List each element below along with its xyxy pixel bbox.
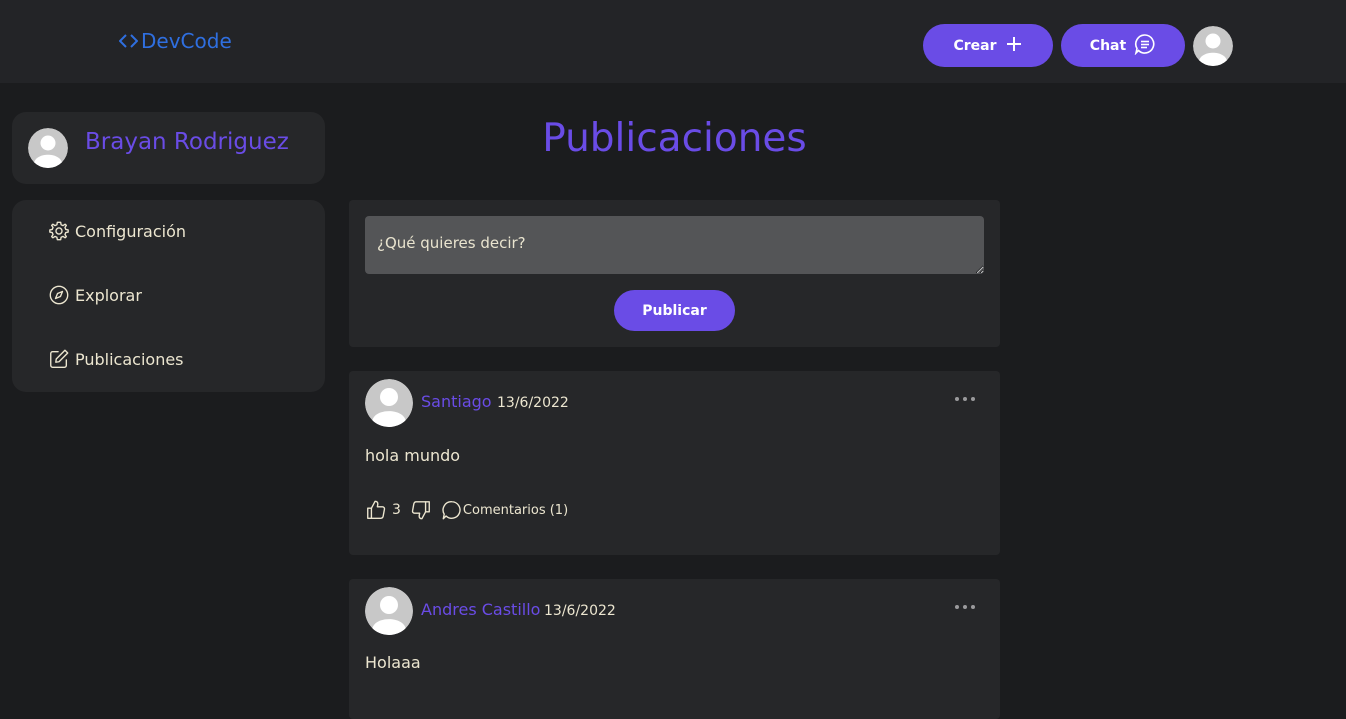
post-actions: 3 Comentarios (1) [365,499,568,521]
post-author-name[interactable]: Andres Castillo [421,600,540,619]
create-button[interactable]: Crear [923,24,1053,67]
top-header: DevCode Crear Chat [0,0,1346,83]
plus-icon [1005,35,1023,57]
more-options-icon[interactable] [953,393,977,405]
post-author-name[interactable]: Santiago [421,392,492,411]
sidebar-item-publicaciones[interactable]: Publicaciones [48,348,184,370]
publish-button[interactable]: Publicar [614,290,735,331]
post-body: hola mundo [365,446,461,465]
edit-icon [48,348,70,370]
gear-icon [48,220,70,242]
post-date: 13/6/2022 [497,395,569,411]
post-composer: Publicar [349,200,1000,347]
post-card: Andres Castillo 13/6/2022 Holaaa [349,579,1000,719]
comment-bubble-icon [441,499,463,521]
compass-icon [48,284,70,306]
thumbs-down-icon [410,499,432,521]
more-options-icon[interactable] [953,601,977,613]
like-count: 3 [392,502,401,518]
chat-button-label: Chat [1089,37,1127,54]
logo-text: DevCode [141,29,232,53]
sidebar-item-label: Explorar [75,285,142,305]
create-button-label: Crear [953,37,997,54]
dislike-button[interactable] [410,499,432,521]
like-button[interactable]: 3 [365,499,401,521]
page-title: Publicaciones [542,116,807,161]
sidebar-item-explorar[interactable]: Explorar [48,284,142,306]
chat-bubble-icon [1134,33,1156,59]
sidebar-item-label: Publicaciones [75,349,184,369]
sidebar-item-label: Configuración [75,221,187,241]
post-author-avatar[interactable] [365,379,413,427]
sidebar-item-configuracion[interactable]: Configuración [48,220,186,242]
post-date: 13/6/2022 [544,603,616,619]
sidebar-nav: Configuración Explorar Publicaciones [12,200,325,392]
logo[interactable]: DevCode [119,29,232,53]
code-brackets-icon [119,34,138,48]
post-card: Santiago 13/6/2022 hola mundo 3 Comentar… [349,371,1000,555]
thumbs-up-icon [365,499,387,521]
profile-card[interactable]: Brayan Rodriguez [12,112,325,184]
profile-name[interactable]: Brayan Rodriguez [85,129,289,155]
post-body: Holaaa [365,653,421,672]
comments-label: Comentarios (1) [462,502,569,518]
post-author-avatar[interactable] [365,587,413,635]
comments-button[interactable]: Comentarios (1) [441,499,568,521]
chat-button[interactable]: Chat [1061,24,1185,67]
post-input[interactable] [365,216,984,274]
user-avatar[interactable] [1193,26,1233,66]
profile-avatar [28,128,68,168]
